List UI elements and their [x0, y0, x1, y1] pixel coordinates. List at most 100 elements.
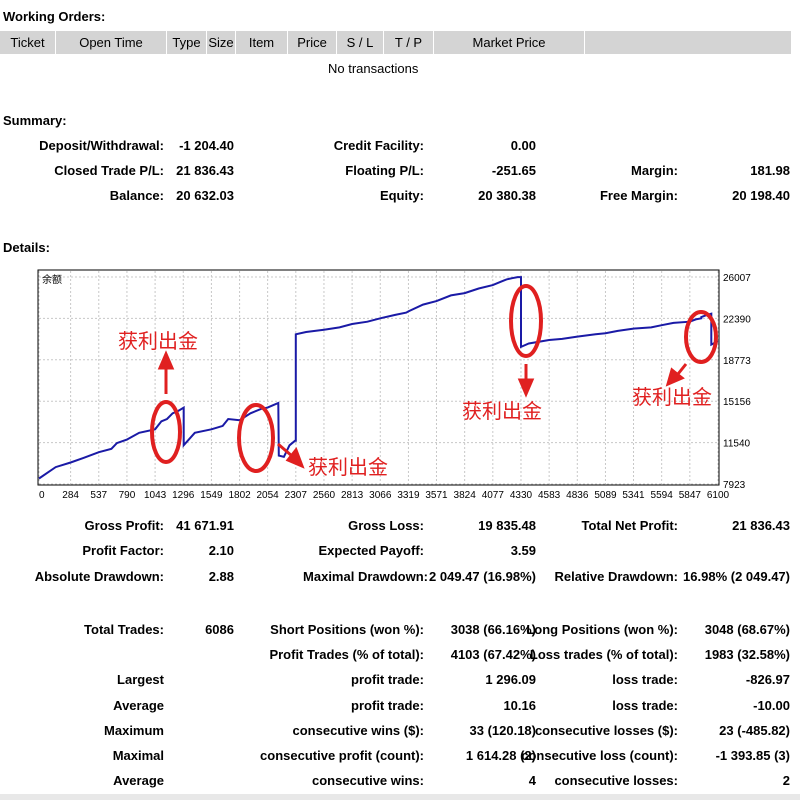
x-tick-label: 5847	[679, 490, 702, 501]
x-tick-label: 2054	[257, 490, 280, 501]
avg-consecutive-losses-value: 2	[782, 773, 790, 788]
chart-title: 余额	[42, 273, 62, 286]
gross-loss-value: 19 835.48	[478, 518, 536, 533]
total-trades-label: Total Trades:	[84, 622, 164, 637]
annotation-label-2: 获利出金	[308, 455, 388, 479]
annotation-label-3: 获利出金	[462, 399, 542, 423]
y-tick-label: 18773	[723, 356, 751, 367]
free-margin-label: Free Margin:	[599, 188, 678, 203]
col-sl[interactable]: S / L	[337, 31, 384, 54]
col-type[interactable]: Type	[167, 31, 207, 54]
x-tick-label: 790	[119, 490, 136, 501]
credit-value: 0.00	[510, 138, 536, 153]
x-tick-label: 4583	[538, 490, 561, 501]
gross-profit-label: Gross Profit:	[84, 518, 164, 533]
col-price[interactable]: Price	[288, 31, 337, 54]
free-margin-value: 20 198.40	[732, 188, 790, 203]
short-positions-label: Short Positions (won %):	[270, 622, 424, 637]
max-consecutive-wins-label: consecutive wins ($):	[292, 723, 424, 738]
profit-trades-label: Profit Trades (% of total):	[269, 647, 424, 662]
x-tick-label: 537	[90, 490, 107, 501]
relative-drawdown-label: Relative Drawdown:	[554, 569, 678, 584]
deposit-label: Deposit/Withdrawal:	[39, 138, 164, 153]
avg-consecutive-wins-label: consecutive wins:	[312, 773, 424, 788]
expected-payoff-value: 3.59	[510, 543, 536, 558]
x-tick-label: 5089	[594, 490, 617, 501]
avg-consecutive-wins-value: 4	[528, 773, 536, 788]
closed-value: 21 836.43	[176, 163, 234, 178]
maximal-drawdown-label: Maximal Drawdown:	[303, 569, 428, 584]
maximal-drawdown-value: 2 049.47 (16.98%)	[429, 569, 536, 584]
margin-value: 181.98	[750, 163, 790, 178]
working-orders-title: Working Orders:	[3, 9, 106, 24]
long-positions-label: Long Positions (won %):	[526, 622, 678, 637]
x-tick-label: 2560	[313, 490, 336, 501]
x-tick-label: 2307	[285, 490, 308, 501]
absolute-drawdown-value: 2.88	[208, 569, 234, 584]
average-profit-value: 10.16	[503, 698, 536, 713]
absolute-drawdown-label: Absolute Drawdown:	[34, 569, 164, 584]
relative-drawdown-value: 16.98% (2 049.47)	[683, 569, 790, 584]
col-empty	[585, 31, 792, 54]
profit-factor-label: Profit Factor:	[82, 543, 164, 558]
col-open-time[interactable]: Open Time	[56, 31, 167, 54]
total-net-profit-value: 21 836.43	[732, 518, 790, 533]
y-tick-label: 22390	[723, 314, 751, 325]
largest-label: Largest	[117, 672, 164, 687]
col-market-price[interactable]: Market Price	[434, 31, 585, 54]
x-tick-label: 3824	[454, 490, 477, 501]
equity-value: 20 380.38	[478, 188, 536, 203]
x-tick-label: 284	[62, 490, 79, 501]
gross-profit-value: 41 671.91	[176, 518, 234, 533]
y-tick-label: 7923	[723, 480, 746, 491]
profit-trades-value: 4103 (67.42%)	[450, 647, 536, 662]
x-tick-label: 4077	[482, 490, 505, 501]
y-axis-ticks: 26007 22390 18773 15156 11540 7923	[723, 273, 751, 491]
x-tick-label: 3066	[369, 490, 392, 501]
balance-label: Balance:	[109, 188, 164, 203]
profit-factor-value: 2.10	[208, 543, 234, 558]
y-tick-label: 15156	[723, 397, 751, 408]
y-tick-label: 26007	[723, 273, 751, 284]
average-loss-label: loss trade:	[612, 698, 678, 713]
horizontal-scrollbar[interactable]	[0, 794, 800, 800]
loss-trades-value: 1983 (32.58%)	[704, 647, 790, 662]
x-tick-label: 0	[39, 490, 45, 501]
deposit-value: -1 204.40	[179, 138, 234, 153]
largest-profit-label: profit trade:	[351, 672, 424, 687]
total-trades-value: 6086	[205, 622, 234, 637]
working-orders-header: Ticket Open Time Type Size Item Price S …	[0, 31, 792, 54]
largest-profit-value: 1 296.09	[485, 672, 536, 687]
margin-label: Margin:	[631, 163, 678, 178]
x-tick-label: 3319	[397, 490, 420, 501]
long-positions-value: 3048 (68.67%)	[704, 622, 790, 637]
no-transactions-text: No transactions	[328, 61, 419, 76]
loss-trades-label: Loss trades (% of total):	[529, 647, 678, 662]
expected-payoff-label: Expected Payoff:	[318, 543, 424, 558]
avg-consecutive-losses-label: consecutive losses:	[554, 773, 678, 788]
annotation-label-4: 获利出金	[632, 385, 712, 409]
largest-loss-label: loss trade:	[612, 672, 678, 687]
max-consecutive-losses-label: consecutive losses ($):	[534, 723, 678, 738]
details-title: Details:	[3, 240, 50, 255]
credit-label: Credit Facility:	[333, 138, 424, 153]
col-item[interactable]: Item	[236, 31, 288, 54]
x-tick-label: 6100	[707, 490, 730, 501]
floating-value: -251.65	[491, 163, 536, 178]
balance-chart: 余额 0 284 537 790 1043 1296 1549 1802 2054 2307 256…	[37, 269, 751, 501]
max-consecutive-wins-value: 33 (120.18)	[469, 723, 537, 738]
closed-label: Closed Trade P/L:	[54, 163, 164, 178]
col-size[interactable]: Size	[207, 31, 236, 54]
annotation-label-1: 获利出金	[118, 329, 198, 353]
average-loss-value: -10.00	[753, 698, 790, 713]
x-axis-ticks: 0 284 537 790 1043 1296 1549 1802 2054 2307 2560 28…	[39, 490, 730, 501]
maximal-label: Maximal	[112, 748, 164, 763]
short-positions-value: 3038 (66.16%)	[450, 622, 536, 637]
chart-plot-area	[37, 269, 720, 486]
average-label: Average	[113, 698, 164, 713]
col-ticket[interactable]: Ticket	[0, 31, 56, 54]
maximal-consecutive-profit-label: consecutive profit (count):	[260, 748, 424, 763]
maximum-label: Maximum	[104, 723, 164, 738]
x-tick-label: 1043	[144, 490, 167, 501]
col-tp[interactable]: T / P	[384, 31, 434, 54]
